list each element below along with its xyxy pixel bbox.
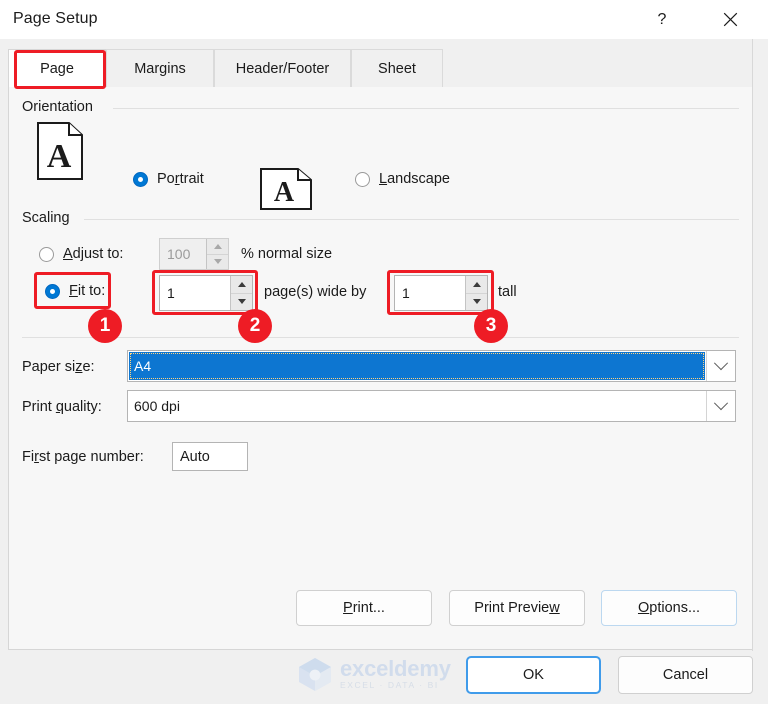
- svg-text:A: A: [47, 138, 72, 175]
- tab-strip: Page Margins Header/Footer Sheet: [8, 49, 753, 88]
- pages-tall-value: 1: [402, 285, 410, 301]
- portrait-label: Portrait: [157, 171, 204, 187]
- page-setup-dialog: Page Setup ? Page Margins Header/Footer …: [0, 0, 768, 704]
- adjust-to-label: Adjust to:: [63, 246, 124, 262]
- adjust-to-spinner-buttons: [206, 239, 228, 269]
- portrait-radio-mark: [133, 171, 148, 187]
- print-preview-button[interactable]: Print Preview: [449, 590, 585, 626]
- print-button[interactable]: Print...: [296, 590, 432, 626]
- pages-tall-spinner[interactable]: 1: [394, 275, 488, 311]
- paper-size-combo[interactable]: A4: [127, 350, 736, 382]
- watermark-tagline: EXCEL · DATA · BI: [340, 679, 439, 690]
- orientation-group-label: Orientation: [22, 99, 100, 115]
- pages-tall-spinner-buttons[interactable]: [465, 276, 487, 310]
- radio-fit-to[interactable]: Fit to:: [45, 283, 105, 299]
- tab-page-label: Page: [40, 60, 74, 77]
- title-bar: Page Setup ?: [0, 0, 768, 40]
- paper-size-value: A4: [129, 352, 705, 380]
- paper-size-label: Paper size:: [22, 359, 95, 375]
- tab-sheet-label: Sheet: [378, 60, 416, 77]
- svg-text:A: A: [274, 177, 295, 208]
- help-icon[interactable]: ?: [639, 0, 685, 39]
- landscape-label: Landscape: [379, 171, 450, 187]
- options-button[interactable]: Options...: [601, 590, 737, 626]
- print-preview-button-label: Print Preview: [474, 600, 560, 616]
- print-button-label: Print...: [343, 600, 385, 616]
- cancel-button[interactable]: Cancel: [618, 656, 753, 694]
- scaling-bottom-rule: [22, 337, 739, 338]
- radio-landscape[interactable]: Landscape: [355, 171, 450, 187]
- pages-tall-spin-down[interactable]: [466, 294, 487, 311]
- options-button-label: Options...: [637, 600, 701, 616]
- pages-wide-spin-up[interactable]: [231, 276, 252, 294]
- adjust-to-radio-mark: [39, 246, 54, 262]
- fit-to-label: Fit to:: [69, 283, 106, 299]
- print-quality-value: 600 dpi: [134, 398, 180, 414]
- first-page-number-label: First page number:: [22, 449, 144, 465]
- pages-wide-value: 1: [167, 285, 175, 301]
- tall-text: tall: [498, 284, 517, 300]
- adjust-to-spinner: 100: [159, 238, 229, 270]
- first-page-number-input[interactable]: Auto: [172, 442, 248, 471]
- close-icon[interactable]: [707, 0, 753, 39]
- annotation-badge-3: 3: [474, 309, 508, 343]
- orientation-group-rule: [113, 108, 739, 109]
- adjust-to-value: 100: [167, 246, 191, 262]
- exceldemy-watermark: exceldemy EXCEL · DATA · BI: [296, 655, 468, 693]
- landscape-radio-mark: [355, 171, 370, 187]
- paper-size-chevron-down-icon[interactable]: [706, 351, 735, 381]
- pages-wide-spinner[interactable]: 1: [159, 275, 253, 311]
- first-page-number-value: Auto: [180, 448, 210, 465]
- pages-wide-spinner-buttons[interactable]: [230, 276, 252, 310]
- cancel-button-label: Cancel: [662, 667, 709, 683]
- watermark-name: exceldemy: [340, 655, 451, 681]
- print-quality-label: Print quality:: [22, 399, 102, 415]
- ok-button-label: OK: [523, 667, 544, 683]
- radio-adjust-to[interactable]: Adjust to:: [39, 246, 123, 262]
- tab-header-footer-label: Header/Footer: [235, 60, 330, 77]
- ok-button[interactable]: OK: [466, 656, 601, 694]
- pages-wide-by-text: page(s) wide by: [264, 284, 367, 300]
- fit-to-radio-mark: [45, 283, 60, 299]
- portrait-page-icon: A: [37, 122, 83, 180]
- adjust-to-spin-up: [207, 239, 228, 255]
- tab-margins-label: Margins: [134, 60, 186, 77]
- print-quality-chevron-down-icon[interactable]: [706, 391, 735, 421]
- tab-page[interactable]: Page: [8, 49, 106, 87]
- tab-header-footer[interactable]: Header/Footer: [214, 49, 351, 87]
- tab-margins[interactable]: Margins: [106, 49, 214, 87]
- scaling-group-rule: [84, 219, 739, 220]
- landscape-page-icon: A: [260, 168, 312, 210]
- pages-tall-spin-up[interactable]: [466, 276, 487, 294]
- dialog-client-area: Page Margins Header/Footer Sheet Orienta…: [0, 39, 768, 704]
- print-quality-combo[interactable]: 600 dpi: [127, 390, 736, 422]
- adjust-to-spin-down: [207, 255, 228, 270]
- page-title: Page Setup: [13, 10, 98, 27]
- normal-size-text: % normal size: [241, 246, 333, 262]
- annotation-badge-1: 1: [88, 309, 122, 343]
- pages-wide-spin-down[interactable]: [231, 294, 252, 311]
- annotation-badge-2: 2: [238, 309, 272, 343]
- dialog-right-border: [752, 39, 753, 651]
- radio-portrait[interactable]: Portrait: [133, 171, 204, 187]
- cube-logo-icon: [299, 658, 331, 691]
- tab-sheet[interactable]: Sheet: [351, 49, 443, 87]
- scaling-group-label: Scaling: [22, 210, 77, 226]
